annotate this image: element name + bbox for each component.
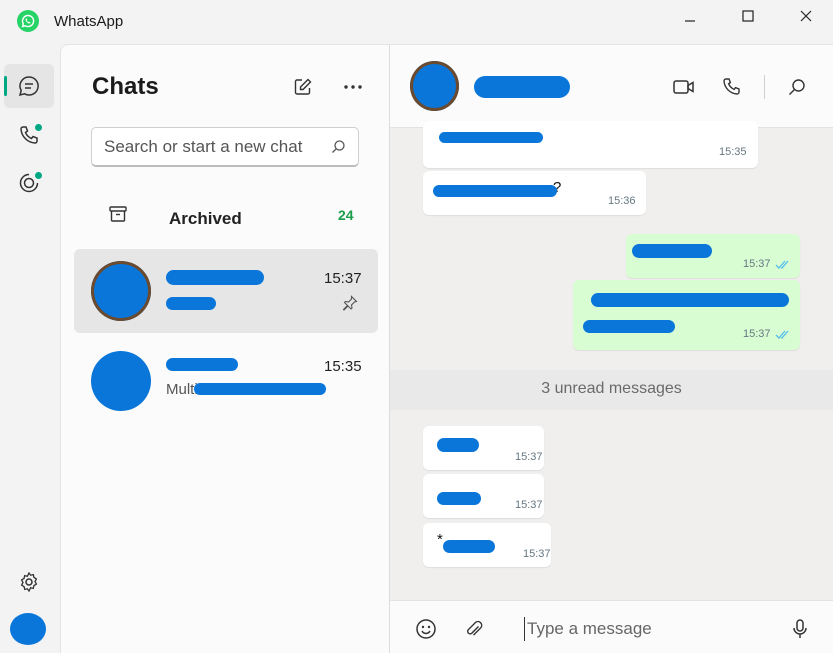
incoming-message[interactable]: 15:37	[423, 426, 544, 470]
unread-divider: 3 unread messages	[390, 370, 833, 410]
attach-button[interactable]	[458, 613, 490, 645]
conversation-panel: 15:35 ? 15:36 15:37 15:37 3 unread messa…	[390, 44, 833, 653]
message-input[interactable]	[524, 617, 774, 641]
redaction-mark	[632, 244, 712, 258]
chat-list-item[interactable]: 15:37	[74, 249, 378, 333]
search-icon[interactable]	[331, 139, 346, 154]
search-input[interactable]	[104, 136, 319, 158]
incoming-message[interactable]: 15:35	[423, 121, 758, 168]
redaction-mark	[166, 297, 216, 310]
more-horizontal-icon	[344, 85, 362, 89]
message-composer	[390, 600, 833, 653]
message-time: 15:37	[515, 499, 543, 511]
rail-settings-button[interactable]	[4, 560, 54, 604]
search-icon	[789, 79, 805, 95]
rail-calls-button[interactable]	[4, 113, 54, 157]
more-options-button[interactable]	[337, 71, 369, 103]
outgoing-message[interactable]: 15:37	[626, 234, 800, 278]
pin-icon	[342, 295, 358, 311]
outgoing-message[interactable]: 15:37	[573, 280, 800, 350]
read-ticks-icon	[775, 330, 789, 339]
archived-count-badge: 24	[338, 207, 354, 223]
redaction-mark	[194, 383, 326, 395]
incoming-message[interactable]: * 15:37	[423, 523, 551, 567]
window-title: WhatsApp	[54, 13, 124, 30]
redaction-mark	[443, 540, 495, 553]
video-camera-icon	[673, 80, 694, 94]
contact-avatar[interactable]	[410, 61, 459, 111]
incoming-message[interactable]: ? 15:36	[423, 171, 646, 215]
minimize-button[interactable]	[667, 0, 713, 32]
emoji-button[interactable]	[410, 613, 442, 645]
emoji-icon	[416, 619, 436, 639]
header-divider	[764, 75, 765, 99]
redaction-mark	[474, 76, 570, 98]
title-bar: WhatsApp	[0, 0, 833, 44]
chats-icon	[18, 76, 39, 97]
active-indicator	[4, 76, 7, 96]
page-title: Chats	[92, 73, 159, 100]
archived-row[interactable]: Archived 24	[74, 193, 378, 239]
rail-status-button[interactable]	[4, 161, 54, 205]
chat-time: 15:35	[324, 358, 362, 375]
archived-label: Archived	[169, 209, 242, 228]
whatsapp-logo-icon	[17, 10, 39, 32]
calls-notification-dot	[34, 123, 43, 132]
incoming-message[interactable]: 15:37	[423, 474, 544, 518]
message-time: 15:37	[743, 328, 771, 340]
message-time: 15:37	[743, 258, 771, 270]
archive-icon	[109, 206, 127, 222]
conversation-header	[390, 45, 833, 128]
chat-list-panel: Chats Archived 24 15:37 Multimedia ... F…	[60, 44, 390, 653]
rail-chats-button[interactable]	[4, 64, 54, 108]
paperclip-icon	[467, 620, 483, 636]
message-time: 15:37	[523, 548, 551, 560]
voice-message-button[interactable]	[784, 613, 816, 645]
navigation-rail	[0, 44, 60, 653]
status-notification-dot	[34, 171, 43, 180]
message-time: 15:37	[515, 451, 543, 463]
message-time: 15:35	[719, 146, 747, 158]
unread-messages-label: 3 unread messages	[541, 380, 682, 397]
microphone-icon	[793, 619, 807, 638]
voice-call-button[interactable]	[716, 71, 748, 103]
chat-list-item[interactable]: Multimedia ... Fr.. 15:35	[74, 337, 378, 421]
contact-avatar	[91, 261, 151, 321]
search-box[interactable]	[91, 127, 359, 167]
profile-avatar[interactable]	[10, 613, 46, 645]
close-button[interactable]	[783, 0, 829, 32]
read-ticks-icon	[775, 260, 789, 269]
redaction-mark	[437, 438, 479, 452]
redaction-mark	[166, 358, 238, 371]
redaction-mark	[433, 185, 557, 197]
compose-icon	[294, 78, 312, 95]
chat-time: 15:37	[324, 270, 362, 287]
new-chat-button[interactable]	[287, 71, 319, 103]
redaction-mark	[439, 132, 543, 143]
gear-icon	[20, 571, 38, 593]
redaction-mark	[591, 293, 789, 307]
video-call-button[interactable]	[668, 71, 700, 103]
phone-icon	[723, 78, 740, 95]
redaction-mark	[583, 320, 675, 333]
redaction-mark	[166, 270, 264, 285]
contact-avatar	[91, 351, 151, 411]
maximize-button[interactable]	[725, 0, 771, 32]
message-text: *	[437, 531, 443, 548]
search-in-chat-button[interactable]	[781, 71, 813, 103]
redaction-mark	[437, 492, 481, 505]
message-time: 15:36	[608, 195, 636, 207]
